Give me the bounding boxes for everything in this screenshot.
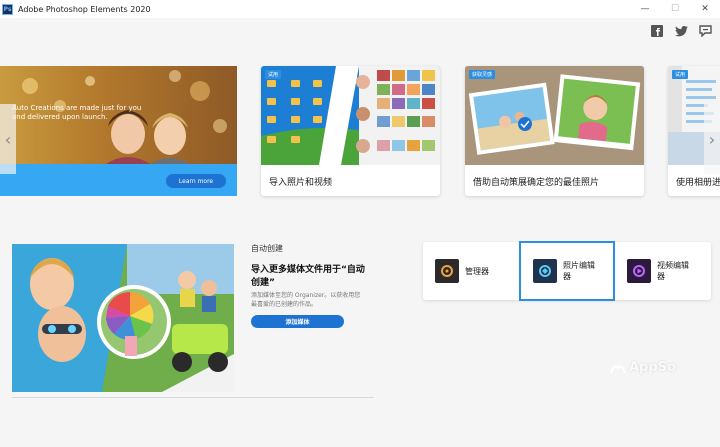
card-curate-image: 获取灵感 [465, 66, 644, 165]
learn-more-button[interactable]: Learn more [166, 174, 226, 188]
chevron-left-icon: ‹ [4, 129, 12, 149]
inspire-badge: 获取灵感 [469, 70, 496, 79]
close-button[interactable]: ✕ [690, 0, 720, 18]
card-label: 使用相册进 [676, 178, 720, 188]
divider [12, 397, 374, 398]
card-label: 借助自动策展确定您的最佳照片 [473, 178, 600, 188]
launcher-label: 照片编辑器 [563, 261, 595, 281]
launcher-organizer[interactable]: 管理器 [423, 242, 519, 300]
app-launchers: 管理器 照片编辑器 视频编辑器 [423, 241, 711, 301]
watermark-logo-icon [610, 364, 626, 373]
video-editor-icon [627, 259, 651, 283]
organizer-icon [435, 259, 459, 283]
auto-creation-preview [12, 244, 234, 392]
trial-badge: 试用 [672, 70, 689, 79]
carousel-prev-button[interactable]: ‹ [0, 104, 16, 174]
app-logo-icon: Ps [2, 3, 13, 15]
chat-icon[interactable] [698, 24, 712, 38]
photo-editor-icon [533, 259, 557, 283]
card-auto-curate[interactable]: 获取灵感 借助自动策展确定您的最佳照片 [465, 66, 644, 196]
launcher-label: 视频编辑器 [657, 261, 689, 281]
social-links [650, 24, 712, 38]
card-import-photos[interactable]: 试用 导入照片和视频 [261, 66, 440, 196]
add-media-button[interactable]: 添加媒体 [251, 315, 344, 328]
trial-badge: 试用 [265, 70, 282, 79]
launcher-label: 管理器 [465, 266, 489, 276]
chevron-right-icon: › [708, 129, 716, 149]
promo-text: Auto Creations are made just for you and… [12, 104, 142, 121]
launcher-photo-editor[interactable]: 照片编辑器 [519, 241, 615, 301]
twitter-icon[interactable] [674, 24, 688, 38]
facebook-icon[interactable] [650, 24, 664, 38]
launcher-video-editor[interactable]: 视频编辑器 [615, 242, 711, 300]
title-bar: Ps Adobe Photoshop Elements 2020 — ☐ ✕ [0, 0, 720, 18]
card-label: 导入照片和视频 [269, 178, 333, 188]
appso-watermark: AppSo [610, 360, 676, 375]
auto-description: 添加媒体至您的 Organizer。以获收用您最喜爱的已创建的作品。 [251, 292, 361, 308]
window-title: Adobe Photoshop Elements 2020 [18, 4, 151, 14]
maximize-button[interactable]: ☐ [660, 0, 690, 18]
carousel-next-button[interactable]: › [704, 104, 720, 174]
auto-heading: 导入更多媒体文件用于“自动创建” [251, 265, 365, 288]
minimize-button[interactable]: — [630, 0, 660, 18]
card-import-image: 试用 [261, 66, 440, 165]
auto-section-title: 自动创建 [251, 244, 283, 253]
